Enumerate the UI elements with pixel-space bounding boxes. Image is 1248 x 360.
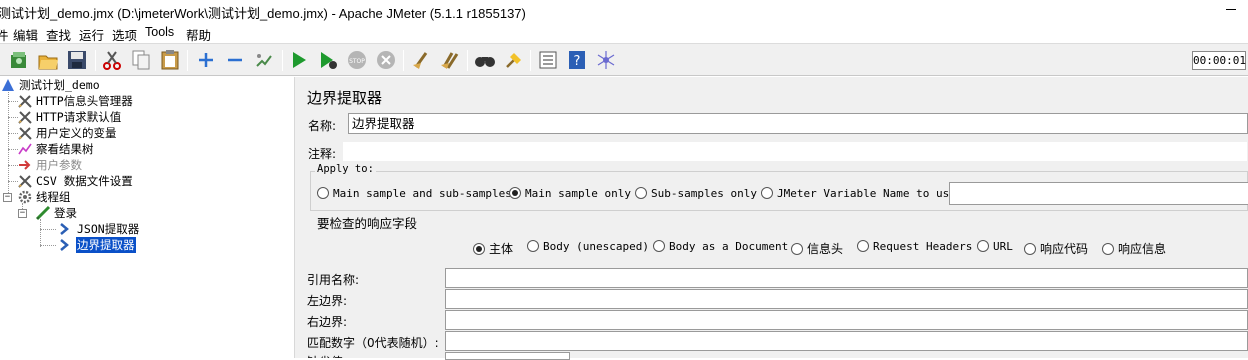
split-pane-divider[interactable]	[294, 77, 302, 358]
ref-name-field[interactable]	[445, 268, 1248, 288]
svg-text:?: ?	[574, 54, 581, 69]
config-tools-icon	[17, 93, 33, 109]
radio-circle	[761, 187, 773, 199]
panel-title: 边界提取器	[307, 89, 383, 107]
listener-icon	[17, 141, 33, 157]
function-helper-icon[interactable]	[537, 49, 559, 71]
toolbar: STOP ? 00:00:01	[0, 43, 1248, 76]
field-to-check-title: 要检查的响应字段	[315, 213, 420, 232]
name-field[interactable]: 边界提取器	[348, 113, 1248, 134]
menu-help[interactable]: 帮助	[186, 25, 211, 44]
menu-file[interactable]: 件	[0, 25, 9, 44]
minimize-button[interactable]	[1226, 9, 1236, 10]
extractor-arrow-icon	[58, 237, 74, 253]
radio-circle	[653, 240, 665, 252]
cut-icon[interactable]	[101, 49, 123, 71]
preprocessor-icon	[17, 157, 33, 173]
config-tools-icon	[17, 109, 33, 125]
svg-text:STOP: STOP	[349, 58, 365, 65]
thread-group-gear-icon	[17, 189, 33, 205]
copy-icon[interactable]	[130, 49, 152, 71]
radio-sub-only[interactable]: Sub-samples only	[635, 187, 757, 200]
start-icon[interactable]	[288, 49, 310, 71]
elapsed-timer: 00:00:01	[1192, 51, 1246, 70]
radio-jmeter-variable[interactable]: JMeter Variable Name to use	[761, 187, 956, 200]
menu-edit[interactable]: 编辑	[13, 25, 38, 44]
field-to-check-group: 要检查的响应字段 主体 Body (unescaped) Body as a D…	[310, 213, 1248, 265]
boundary-extractor-panel: 边界提取器 名称: 边界提取器 注释: Apply to: Main sampl…	[302, 77, 1248, 360]
window-title: 测试计划_demo.jmx (D:\jmeterWork\测试计划_demo.j…	[0, 6, 526, 21]
clear-icon[interactable]	[410, 49, 432, 71]
save-icon[interactable]	[66, 49, 88, 71]
start-no-pause-icon[interactable]	[317, 49, 339, 71]
jmeter-variable-name-field[interactable]	[949, 182, 1248, 205]
radio-body-unescaped[interactable]: Body (unescaped)	[527, 240, 649, 253]
radio-url[interactable]: URL	[977, 240, 1013, 253]
left-boundary-label: 左边界:	[307, 294, 348, 308]
paste-icon[interactable]	[159, 49, 181, 71]
radio-circle	[1024, 243, 1036, 255]
radio-circle-selected	[473, 243, 485, 255]
menu-tools[interactable]: Tools	[145, 25, 174, 39]
radio-circle	[527, 240, 539, 252]
menu-run[interactable]: 运行	[79, 25, 104, 44]
radio-response-message[interactable]: 响应信息	[1102, 240, 1166, 257]
open-icon[interactable]	[37, 49, 59, 71]
toggle-icon[interactable]	[253, 49, 275, 71]
match-no-label: 匹配数字（0代表随机）:	[307, 336, 439, 350]
match-no-field[interactable]	[445, 331, 1248, 351]
reset-search-icon[interactable]	[503, 49, 525, 71]
collapse-icon[interactable]	[224, 49, 246, 71]
comment-field[interactable]	[342, 141, 1248, 162]
radio-response-code[interactable]: 响应代码	[1024, 240, 1088, 257]
remote-icon[interactable]	[595, 49, 617, 71]
radio-main-and-sub[interactable]: Main sample and sub-samples	[317, 187, 512, 200]
config-tools-icon	[17, 173, 33, 189]
menu-search[interactable]: 查找	[46, 25, 71, 44]
menu-options[interactable]: 选项	[112, 25, 137, 44]
radio-circle	[791, 243, 803, 255]
expand-toggle-login[interactable]: −	[18, 209, 27, 218]
radio-circle	[977, 240, 989, 252]
radio-circle	[635, 187, 647, 199]
extractor-arrow-icon	[58, 221, 74, 237]
test-plan-icon	[0, 77, 16, 93]
test-plan-tree: − − 测试计划_demo HTTP信息头管理器 HTTP请求默认值 用户定义的…	[0, 77, 294, 358]
menu-bar: 件 编辑 查找 运行 选项 Tools 帮助	[0, 22, 1248, 44]
search-icon[interactable]	[474, 49, 496, 71]
left-boundary-field[interactable]	[445, 289, 1248, 309]
stop-icon[interactable]: STOP	[346, 49, 368, 71]
radio-circle-selected	[509, 187, 521, 199]
ref-name-label: 引用名称:	[307, 273, 360, 287]
radio-main-only[interactable]: Main sample only	[509, 187, 631, 200]
expand-toggle-thread-group[interactable]: −	[3, 193, 12, 202]
radio-body[interactable]: 主体	[473, 240, 513, 257]
right-boundary-label: 右边界:	[307, 315, 348, 329]
sampler-pen-icon	[35, 205, 51, 221]
templates-icon[interactable]	[8, 49, 30, 71]
apply-to-group: Apply to: Main sample and sub-samples Ma…	[310, 163, 1248, 211]
radio-body-as-document[interactable]: Body as a Document	[653, 240, 788, 253]
radio-circle	[1102, 243, 1114, 255]
default-value-label: 缺省值	[307, 353, 343, 358]
expand-icon[interactable]	[195, 49, 217, 71]
apply-to-title: Apply to:	[315, 163, 376, 175]
radio-request-headers[interactable]: Request Headers	[857, 240, 972, 253]
right-boundary-field[interactable]	[445, 310, 1248, 330]
shutdown-icon[interactable]	[375, 49, 397, 71]
clear-all-icon[interactable]	[439, 49, 461, 71]
radio-headers[interactable]: 信息头	[791, 240, 843, 257]
comment-label: 注释:	[308, 147, 337, 161]
help-icon[interactable]: ?	[566, 49, 588, 71]
radio-circle	[317, 187, 329, 199]
default-value-field[interactable]	[445, 352, 570, 360]
title-bar: 测试计划_demo.jmx (D:\jmeterWork\测试计划_demo.j…	[0, 0, 1248, 22]
radio-circle	[857, 240, 869, 252]
config-tools-icon	[17, 125, 33, 141]
name-label: 名称:	[308, 119, 337, 133]
